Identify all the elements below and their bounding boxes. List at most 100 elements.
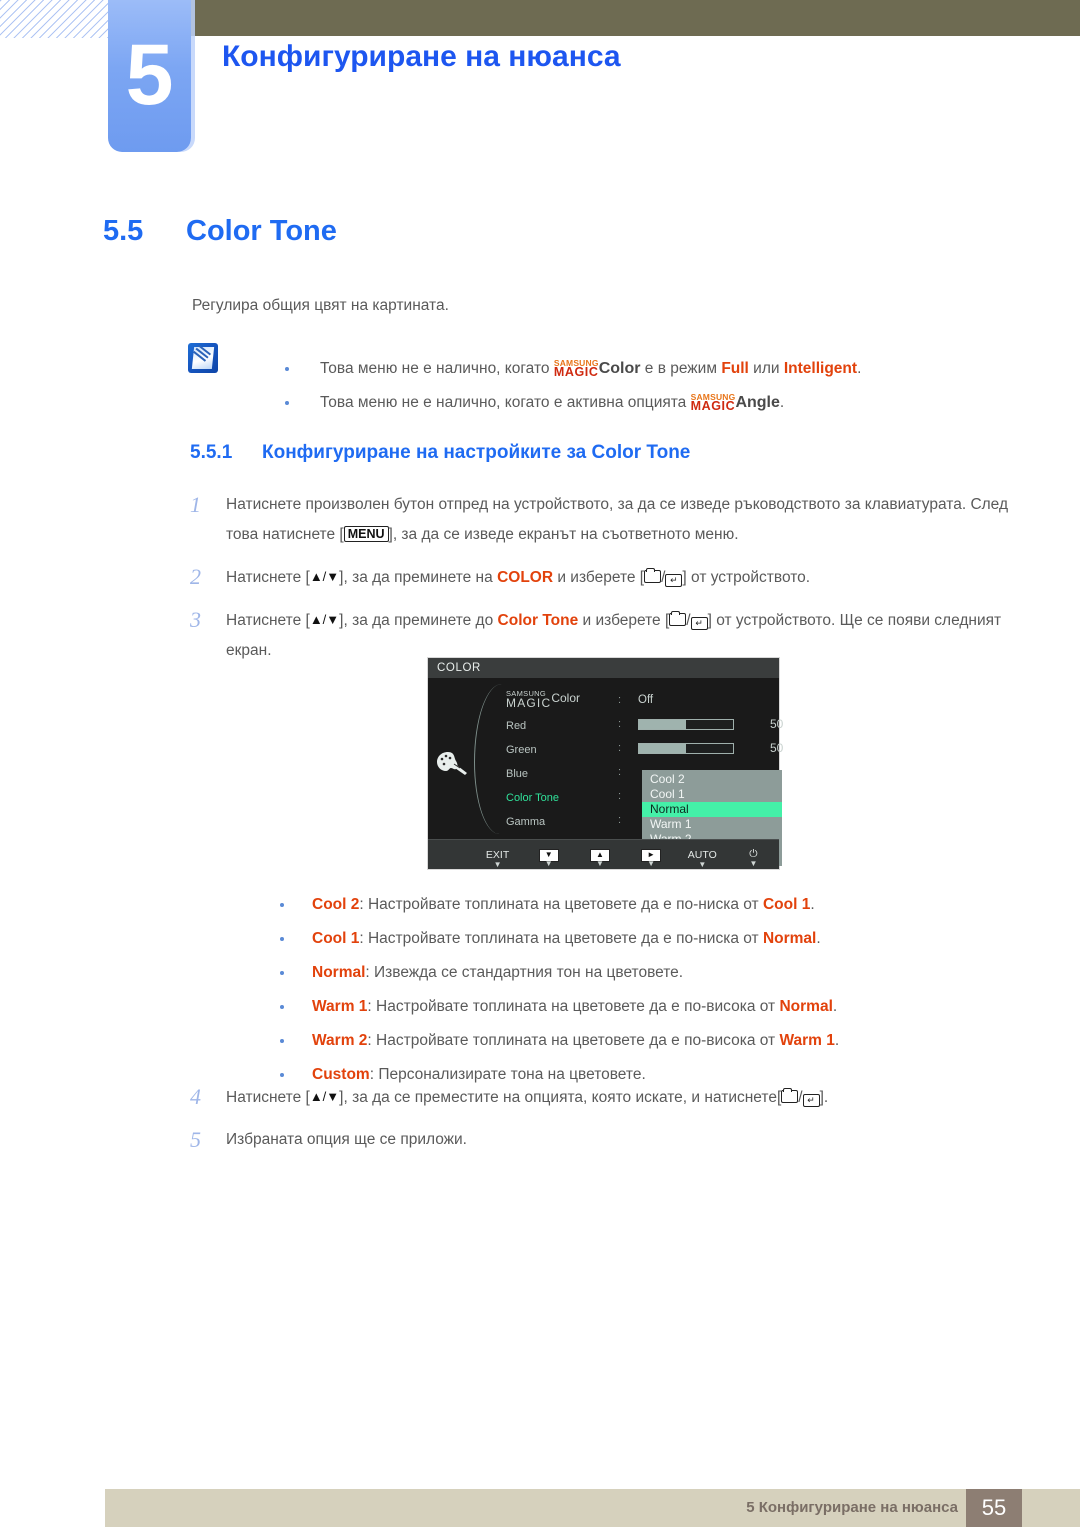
osd-button-power-arrow: ▼ — [749, 859, 758, 868]
osd-row-green[interactable]: Green — [506, 738, 580, 762]
chapter-title: Конфигуриране на нюанса — [222, 40, 621, 73]
osd-magic-label: MAGIC — [506, 695, 552, 710]
option-desc: : Извежда се стандартния тон на цветовет… — [365, 964, 684, 981]
step-keyword: COLOR — [497, 569, 554, 586]
option-ref: Warm 1 — [779, 1032, 835, 1049]
step-text: Натиснете [▲/▼], за да се преместите на … — [226, 1082, 1010, 1113]
option-name: Warm 2 — [312, 1032, 368, 1049]
osd-body: SAMSUNG MAGIC Color Red Green Blue Color… — [428, 678, 783, 866]
source-key-icon — [781, 1088, 799, 1103]
option-name: Cool 1 — [312, 930, 360, 947]
red-slider[interactable] — [638, 718, 734, 730]
header-hatch-decoration — [0, 0, 108, 38]
note-text-between: или — [748, 360, 784, 377]
osd-samsung-magic-logo: SAMSUNG MAGIC — [506, 690, 551, 709]
enter-key-icon: ↵ — [802, 1094, 820, 1107]
osd-magiccolor-value: Off — [638, 694, 654, 706]
note-text-pre: Това меню не е налично, когато — [320, 360, 554, 377]
step-number: 5 — [190, 1127, 201, 1152]
section-number: 5.5 — [103, 215, 144, 247]
step-text: Натиснете [▲/▼], за да преминете на COLO… — [226, 562, 1010, 593]
option-desc: : Настройвате топлината на цветовете да … — [359, 930, 763, 947]
osd-button-power[interactable]: ⏻ ▼ — [728, 848, 779, 868]
magic-suffix: Color — [598, 360, 641, 377]
option-post: . — [810, 896, 815, 913]
osd-colon: : — [618, 790, 622, 802]
step-text: Избраната опция ще се приложи. — [226, 1131, 467, 1148]
osd-row-color-tone[interactable]: Color Tone — [506, 786, 580, 810]
option-name: Normal — [312, 964, 366, 981]
dropdown-option-warm1[interactable]: Warm 1 — [642, 817, 782, 832]
option-item-warm1: Warm 1: Настройвате топлината на цветове… — [280, 996, 1060, 1018]
osd-button-right[interactable]: ► ▼ — [626, 848, 677, 868]
note-text-mid: е в режим — [640, 360, 722, 377]
osd-row-red[interactable]: Red — [506, 714, 580, 738]
option-desc: : Настройвате топлината на цветовете да … — [359, 896, 763, 913]
subsection-heading: 5.5.1 Конфигуриране на настройките за Col… — [190, 442, 690, 464]
footer-chapter-label: 5 Конфигуриране на нюанса — [746, 1499, 958, 1516]
slash-separator: / — [798, 1089, 803, 1106]
note-keyword-full: Full — [721, 360, 749, 377]
osd-screenshot: COLOR SAMSUNG MAGIC Color Red Green Blue… — [427, 657, 783, 870]
option-ref: Normal — [779, 998, 833, 1015]
note-keyword-intelligent: Intelligent — [783, 360, 858, 377]
note-text-post: . — [779, 394, 785, 411]
section-intro-text: Регулира общия цвят на картината. — [192, 297, 449, 314]
step-text-part: ], за да преминете до — [339, 612, 498, 629]
dropdown-option-normal[interactable]: Normal — [642, 802, 782, 817]
osd-colon: : — [618, 718, 622, 730]
step-item: 1 Натиснете произволен бутон отпред на у… — [190, 490, 1010, 550]
header-olive-bar — [191, 0, 1080, 36]
green-value: 50 — [770, 741, 784, 755]
step-keyword: Color Tone — [497, 612, 579, 629]
step-text-part: и изберете [ — [578, 612, 670, 629]
osd-footer-bar: EXIT ▼ ▼ ▼ ▲ ▼ ► ▼ AUTO ▼ ⏻ ▼ — [428, 839, 779, 869]
option-desc: : Настройвате топлината на цветовете да … — [367, 1032, 780, 1049]
osd-button-down-arrow: ▼ — [544, 858, 553, 868]
osd-value-column: Off 50 50 — [638, 688, 783, 760]
option-item-warm2: Warm 2: Настройвате топлината на цветове… — [280, 1030, 1060, 1052]
step-text-part: Натиснете [ — [226, 612, 310, 629]
palette-icon — [436, 750, 470, 776]
option-item-normal: Normal: Извежда се стандартния тон на цв… — [280, 962, 1060, 984]
step-item: 2 Натиснете [▲/▼], за да преминете на CO… — [190, 562, 1010, 593]
dropdown-option-cool1[interactable]: Cool 1 — [642, 787, 782, 802]
updown-arrow-glyph: ▲/▼ — [309, 612, 340, 627]
osd-button-down[interactable]: ▼ ▼ — [523, 848, 574, 868]
red-value: 50 — [770, 717, 784, 731]
osd-button-up-arrow: ▼ — [595, 858, 604, 868]
osd-value-red: 50 — [638, 712, 783, 736]
osd-value-magiccolor: Off — [638, 688, 783, 712]
osd-button-auto[interactable]: AUTO ▼ — [677, 849, 728, 869]
option-item-cool2: Cool 2: Настройвате топлината на цветове… — [280, 894, 1060, 916]
osd-row-blue[interactable]: Blue — [506, 762, 580, 786]
menu-key-glyph: MENU — [343, 526, 389, 542]
osd-row-magiccolor[interactable]: SAMSUNG MAGIC Color — [506, 688, 580, 714]
green-slider[interactable] — [638, 742, 734, 754]
osd-value-green: 50 — [638, 736, 783, 760]
osd-row-gamma[interactable]: Gamma — [506, 810, 580, 834]
step-text-part: ] от устройството. — [682, 569, 811, 586]
source-key-icon — [644, 568, 662, 583]
osd-button-right-arrow: ▼ — [647, 858, 656, 868]
steps-list: 1 Натиснете произволен бутон отпред на у… — [190, 490, 1010, 678]
step-number: 1 — [190, 492, 201, 517]
osd-colon: : — [618, 814, 622, 826]
section-title: Color Tone — [186, 215, 337, 247]
dropdown-option-cool2[interactable]: Cool 2 — [642, 772, 782, 787]
step-text-part: Натиснете [ — [226, 1089, 310, 1106]
slash-separator: / — [686, 612, 691, 629]
osd-button-exit[interactable]: EXIT ▼ — [472, 849, 523, 869]
chapter-tab: 5 — [108, 0, 191, 152]
green-slider-fill — [639, 743, 686, 753]
option-name: Warm 1 — [312, 998, 368, 1015]
osd-title-bar: COLOR — [428, 658, 779, 678]
option-ref: Cool 1 — [762, 896, 811, 913]
samsung-magic-logo: SAMSUNG MAGIC — [691, 392, 736, 413]
magic-suffix: Angle — [735, 394, 780, 411]
steps-list-end: 4 Натиснете [▲/▼], за да се преместите н… — [190, 1082, 1010, 1167]
option-desc: : Настройвате топлината на цветовете да … — [367, 998, 780, 1015]
note-item: Това меню не е налично, когато е активна… — [285, 390, 1045, 416]
osd-button-up[interactable]: ▲ ▼ — [574, 848, 625, 868]
osd-button-auto-arrow: ▼ — [698, 859, 707, 869]
